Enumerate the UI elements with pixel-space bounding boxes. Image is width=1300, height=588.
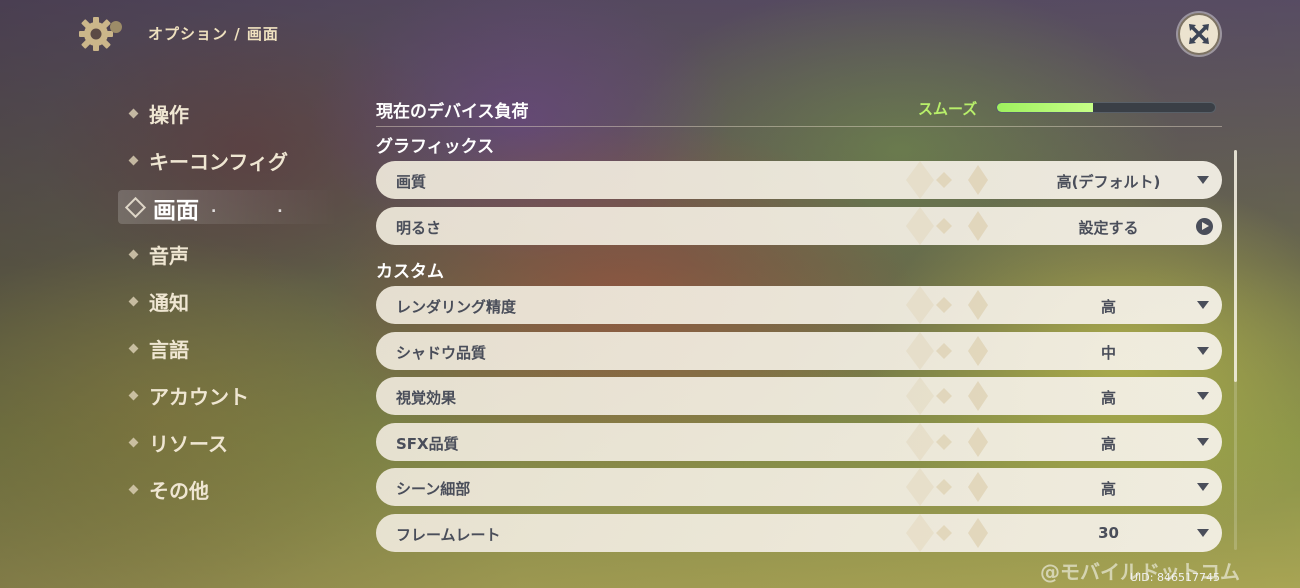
setting-label: 明るさ [396,218,442,237]
setting-label: フレームレート [396,525,501,544]
diamond-bullet-icon [128,390,139,401]
setting-label: レンダリング精度 [396,298,517,316]
device-load-bar [996,102,1216,113]
gear-icon [79,17,122,51]
setting-value: 高 [1100,298,1116,316]
sidebar-item-label: 操作 [149,103,189,127]
graphics-quality-dropdown[interactable]: 画質 高(デフォルト) [376,161,1222,199]
sidebar-item-label: キーコンフィグ [149,150,288,174]
sfx-quality-dropdown[interactable]: SFX品質 高 [376,422,1222,461]
device-load-status: スムーズ [918,100,978,118]
close-button[interactable] [1178,13,1220,55]
active-sparkle-dots: . . [211,199,311,216]
diamond-bullet-icon [128,155,139,166]
close-icon [1189,24,1209,44]
sidebar-item-display[interactable]: 画面 . . [118,184,338,231]
diamond-bullet-icon [128,296,139,307]
sidebar-nav: 操作 キーコンフィグ 画面 . . 音声 通知 言語 アカウント リソース その… [118,90,338,513]
sidebar-item-label: リソース [149,432,228,456]
setting-label: 視覚効果 [396,389,457,407]
sidebar-item-label: 通知 [149,291,189,315]
device-load-row: 現在のデバイス負荷 スムーズ [376,92,1222,127]
sidebar-item-label: 音声 [149,244,189,268]
chevron-down-icon [1197,392,1209,400]
sidebar-item-audio[interactable]: 音声 [128,231,311,278]
setting-label: 画質 [396,173,427,191]
sidebar-item-controls[interactable]: 操作 [128,90,311,137]
setting-value: 高(デフォルト) [1056,173,1161,191]
chevron-down-icon [1197,528,1209,537]
sidebar-item-resources[interactable]: リソース [128,419,311,466]
visual-effects-dropdown[interactable]: 視覚効果 高 [376,377,1222,415]
sidebar-item-keyconfig[interactable]: キーコンフィグ [128,137,311,184]
diamond-bullet-icon [128,343,139,354]
settings-panel: 現在のデバイス負荷 スムーズ グラフィックス 画質 高(デフォルト) 明るさ 設… [376,92,1222,559]
chevron-down-icon [1197,176,1209,184]
brightness-setting-button[interactable]: 明るさ 設定する [376,206,1222,245]
section-title-custom: カスタム [376,261,444,282]
setting-value: 高 [1100,389,1116,407]
sidebar-item-label: その他 [149,479,209,503]
chevron-down-icon [1197,346,1209,355]
settings-scrollbar[interactable] [1234,150,1237,550]
setting-label: SFX品質 [396,434,459,453]
setting-label: シーン細部 [396,480,471,498]
uid-label: UID: 846517745 [1130,571,1220,584]
diamond-bullet-icon [128,249,139,260]
sidebar-item-language[interactable]: 言語 [128,325,311,372]
sidebar-item-label: アカウント [149,385,249,409]
setting-value: 設定する [1078,218,1139,237]
breadcrumb: オプション / 画面 [148,25,279,43]
diamond-bullet-icon [128,437,139,448]
sidebar-item-label: 言語 [149,338,189,362]
setting-value: 30 [1098,523,1119,542]
diamond-bullet-icon [128,484,139,495]
frame-rate-dropdown[interactable]: フレームレート 30 [376,513,1222,552]
device-load-title: 現在のデバイス負荷 [376,102,529,122]
sidebar-item-account[interactable]: アカウント [128,372,311,419]
section-title-graphics: グラフィックス [376,136,495,157]
render-resolution-dropdown[interactable]: レンダリング精度 高 [376,286,1222,324]
sidebar-item-other[interactable]: その他 [128,466,311,513]
setting-label: シャドウ品質 [396,343,487,362]
scrollbar-thumb[interactable] [1234,150,1237,382]
setting-value: 中 [1100,343,1116,362]
arrow-right-circle-icon [1196,217,1213,235]
chevron-down-icon [1197,437,1209,446]
chevron-down-icon [1197,301,1209,309]
setting-value: 高 [1100,434,1116,453]
scene-detail-dropdown[interactable]: シーン細部 高 [376,468,1222,506]
sidebar-item-notifications[interactable]: 通知 [128,278,311,325]
shadow-quality-dropdown[interactable]: シャドウ品質 中 [376,331,1222,370]
setting-value: 高 [1100,480,1116,498]
chevron-down-icon [1197,483,1209,491]
device-load-fill [997,103,1093,112]
diamond-bullet-icon [128,108,139,119]
